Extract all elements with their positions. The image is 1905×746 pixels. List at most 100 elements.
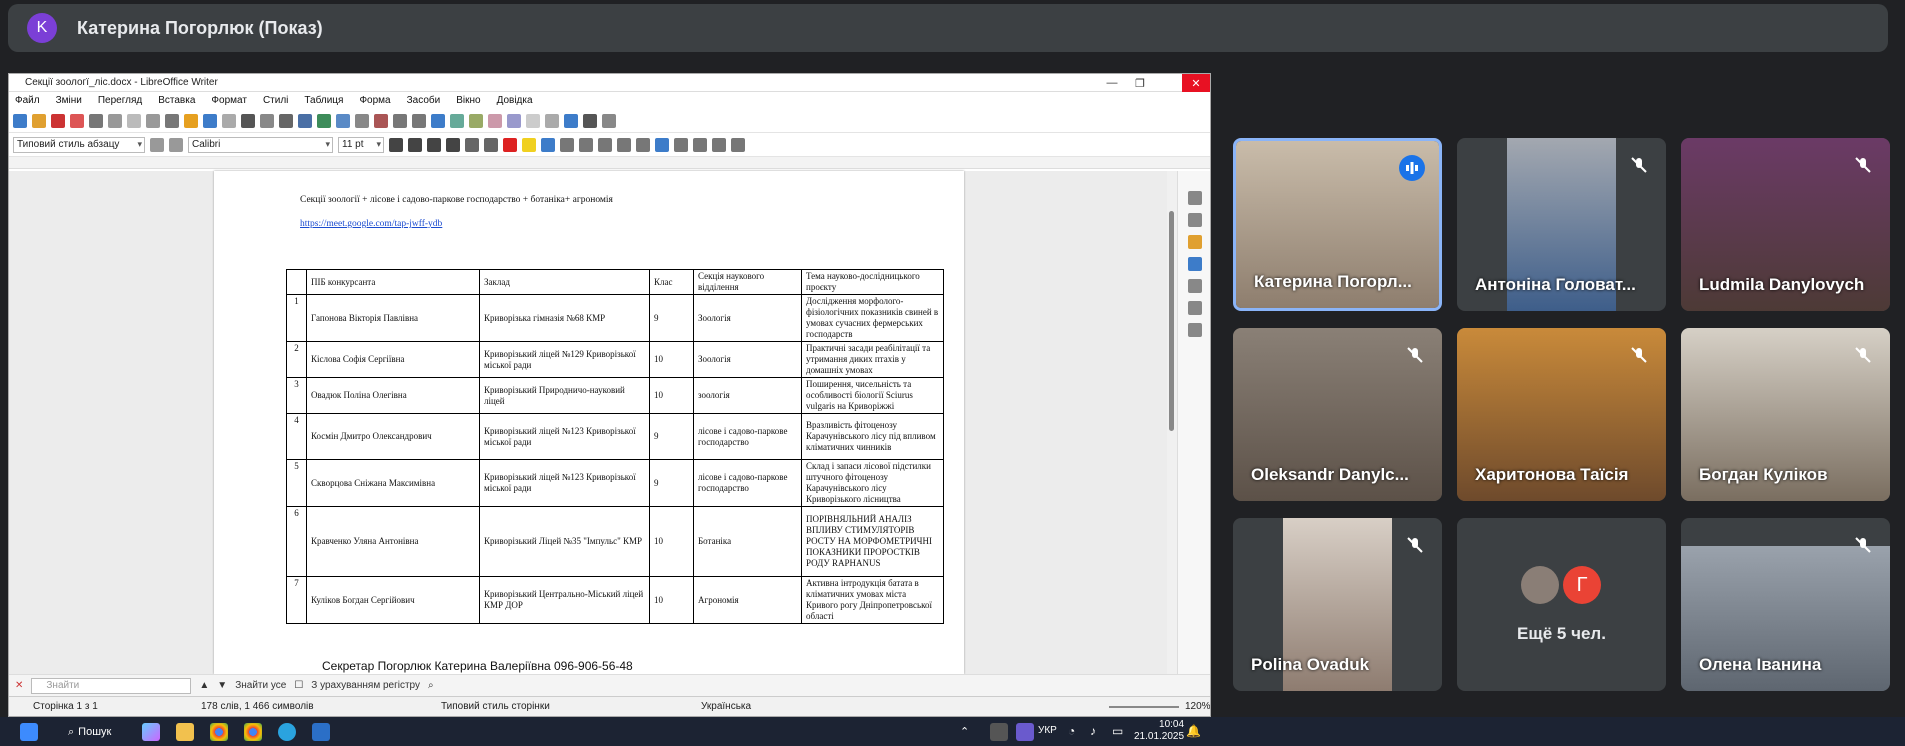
paragraph-spacing-icon[interactable]	[731, 137, 745, 152]
align-center-icon[interactable]	[560, 137, 574, 152]
language-indicator[interactable]: УКР	[1038, 725, 1057, 736]
notification-icon[interactable]: 🔔	[1186, 724, 1201, 738]
page-style[interactable]: Типовий стиль сторінки	[441, 701, 550, 712]
indent-increase-icon[interactable]	[674, 137, 688, 152]
menu-styles[interactable]: Стилі	[263, 95, 288, 106]
numbering-icon[interactable]	[636, 137, 650, 152]
print-icon[interactable]	[89, 113, 103, 128]
menu-edit[interactable]: Зміни	[56, 95, 82, 106]
manage-changes-icon[interactable]	[1188, 323, 1202, 337]
insert-textbox-icon[interactable]	[355, 113, 369, 128]
language[interactable]: Українська	[701, 701, 751, 712]
participant-tile[interactable]: Харитонова Таїсія	[1457, 328, 1666, 501]
volume-icon[interactable]: ♪	[1090, 724, 1096, 738]
hyperlink-icon[interactable]	[431, 113, 445, 128]
indent-decrease-icon[interactable]	[693, 137, 707, 152]
more-participants-tile[interactable]: Г Ещё 5 чел.	[1457, 518, 1666, 691]
chrome-icon[interactable]	[210, 723, 228, 741]
draw-icon[interactable]	[602, 113, 616, 128]
wifi-icon[interactable]: ◔	[1068, 724, 1075, 738]
menu-table[interactable]: Таблиця	[304, 95, 343, 106]
bullets-icon[interactable]	[617, 137, 631, 152]
page-icon[interactable]	[1188, 279, 1202, 293]
battery-icon[interactable]: ▭	[1112, 724, 1123, 738]
line-icon[interactable]	[564, 113, 578, 128]
new-style-icon[interactable]	[169, 137, 183, 152]
page-break-icon[interactable]	[374, 113, 388, 128]
shapes-icon[interactable]	[583, 113, 597, 128]
menu-view[interactable]: Перегляд	[98, 95, 142, 106]
align-right-icon[interactable]	[579, 137, 593, 152]
outline-icon[interactable]	[655, 137, 669, 152]
italic-icon[interactable]	[408, 137, 422, 152]
menu-help[interactable]: Довідка	[497, 95, 533, 106]
new-icon[interactable]	[13, 113, 27, 128]
participant-tile[interactable]: Олена Іванина	[1681, 518, 1890, 691]
file-explorer-icon[interactable]	[176, 723, 194, 741]
track-changes-icon[interactable]	[545, 113, 559, 128]
participant-tile[interactable]: Богдан Куліков	[1681, 328, 1890, 501]
participant-tile[interactable]: Polina Ovaduk	[1233, 518, 1442, 691]
find-replace-icon[interactable]: ⌕	[428, 680, 434, 691]
paragraph-style-select[interactable]: Типовий стиль абзацу	[13, 136, 145, 153]
taskbar-search[interactable]: ⌕ Пошук	[60, 723, 119, 741]
style-inspector-icon[interactable]	[1188, 301, 1202, 315]
print-preview-icon[interactable]	[108, 113, 122, 128]
writer-icon[interactable]	[312, 723, 330, 741]
close-find-icon[interactable]: ✕	[15, 680, 23, 691]
ruler[interactable]	[9, 157, 1210, 169]
redo-icon[interactable]	[222, 113, 236, 128]
gallery-icon[interactable]	[1188, 235, 1202, 249]
chevron-up-icon[interactable]: ⌃	[960, 725, 969, 738]
export-pdf-icon[interactable]	[70, 113, 84, 128]
page-count[interactable]: Сторінка 1 з 1	[33, 701, 98, 712]
zoom-level[interactable]: 120%	[1185, 701, 1210, 712]
bold-icon[interactable]	[389, 137, 403, 152]
menu-file[interactable]: Файл	[15, 95, 40, 106]
strikethrough-icon[interactable]	[446, 137, 460, 152]
paste-icon[interactable]	[165, 113, 179, 128]
menu-insert[interactable]: Вставка	[158, 95, 195, 106]
open-icon[interactable]	[32, 113, 46, 128]
clock[interactable]: 10:04 21.01.2025	[1134, 719, 1184, 743]
document-page[interactable]: Секції зоології + лісове і садово-парков…	[214, 171, 964, 674]
participant-tile[interactable]: Катерина Погорл...	[1233, 138, 1442, 311]
minimize-button[interactable]: —	[1098, 74, 1126, 92]
participant-tile[interactable]: Антоніна Головат...	[1457, 138, 1666, 311]
copy-icon[interactable]	[146, 113, 160, 128]
navigator-icon[interactable]	[1188, 257, 1202, 271]
menu-window[interactable]: Вікно	[456, 95, 480, 106]
superscript-icon[interactable]	[465, 137, 479, 152]
comment-icon[interactable]	[526, 113, 540, 128]
zoom-slider[interactable]	[1109, 706, 1179, 708]
match-case-checkbox[interactable]: ☐	[294, 680, 303, 691]
font-name-select[interactable]: Calibri	[188, 136, 333, 153]
save-icon[interactable]	[51, 113, 65, 128]
scroll-thumb[interactable]	[1169, 211, 1174, 431]
find-next-icon[interactable]: ▼	[217, 680, 227, 691]
align-left-icon[interactable]	[541, 137, 555, 152]
update-style-icon[interactable]	[150, 137, 164, 152]
telegram-icon[interactable]	[278, 723, 296, 741]
tray-app-icon[interactable]	[990, 723, 1008, 741]
close-button[interactable]: ✕	[1182, 74, 1210, 92]
menu-format[interactable]: Формат	[211, 95, 247, 106]
special-character-icon[interactable]	[412, 113, 426, 128]
insert-image-icon[interactable]	[317, 113, 331, 128]
insert-field-icon[interactable]	[393, 113, 407, 128]
highlight-icon[interactable]	[522, 137, 536, 152]
underline-icon[interactable]	[427, 137, 441, 152]
justify-icon[interactable]	[598, 137, 612, 152]
find-input[interactable]: Знайти	[31, 677, 192, 694]
participant-tile[interactable]: Oleksandr Danylc...	[1233, 328, 1442, 501]
styles-icon[interactable]	[1188, 213, 1202, 227]
meet-link[interactable]: https://meet.google.com/tap-jwff-ydb	[300, 219, 442, 229]
clone-format-icon[interactable]	[184, 113, 198, 128]
find-prev-icon[interactable]: ▲	[199, 680, 209, 691]
footnote-icon[interactable]	[450, 113, 464, 128]
cut-icon[interactable]	[127, 113, 141, 128]
insert-chart-icon[interactable]	[336, 113, 350, 128]
tray-app-icon[interactable]	[1016, 723, 1034, 741]
cross-reference-icon[interactable]	[507, 113, 521, 128]
subscript-icon[interactable]	[484, 137, 498, 152]
